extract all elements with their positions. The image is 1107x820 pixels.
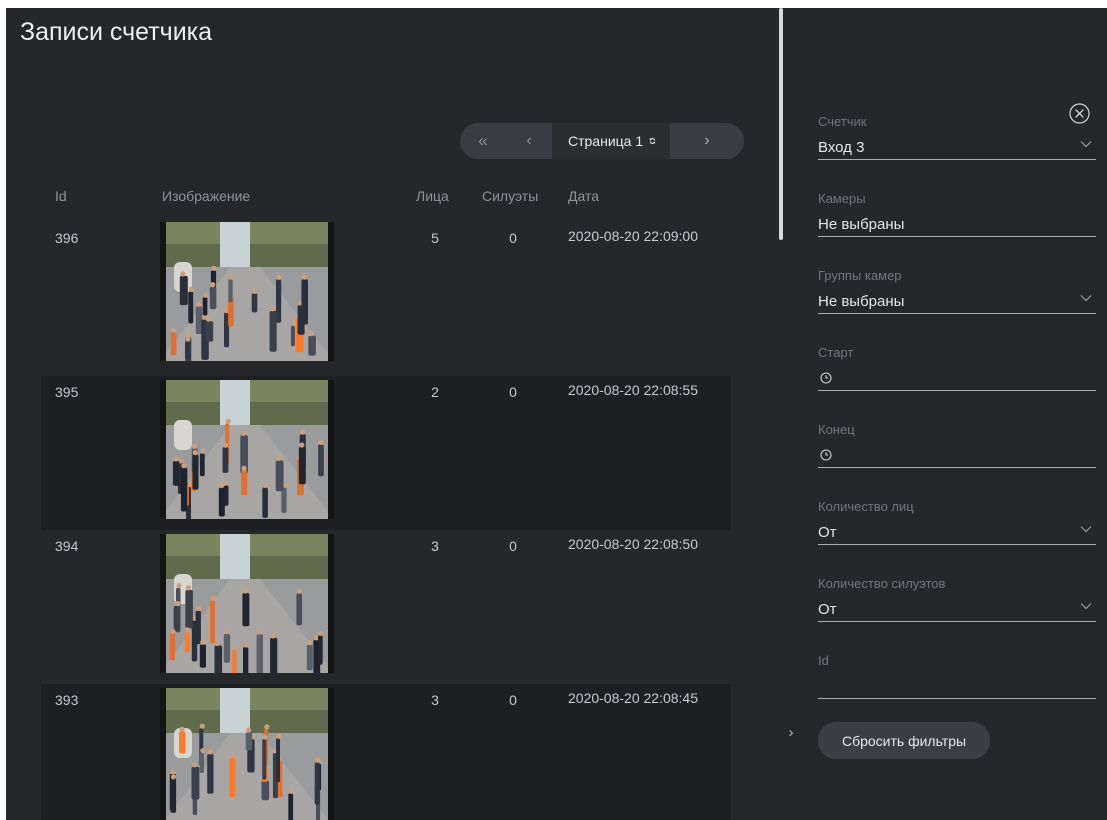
records-table: Id Изображение Лица Силуэты Дата 396 5 0… xyxy=(41,184,731,820)
row-faces-count: 3 xyxy=(431,538,439,554)
field-underline xyxy=(818,467,1096,468)
field-underline xyxy=(818,159,1096,160)
row-id: 393 xyxy=(55,692,79,708)
chevron-down-icon xyxy=(1080,526,1092,533)
page-title: Записи счетчика xyxy=(20,18,213,46)
field-underline xyxy=(818,544,1096,545)
silhouettes-count-select[interactable]: Количество силуэтов От xyxy=(818,576,1096,622)
start-datetime-input[interactable]: Старт xyxy=(818,345,1096,391)
record-thumbnail-image[interactable] xyxy=(160,534,334,673)
cameras-select[interactable]: Камеры Не выбраны xyxy=(818,191,1096,237)
camera-groups-select[interactable]: Группы камер Не выбраны xyxy=(818,268,1096,314)
app-window: Записи счетчика « ‹ Страница 1 › Id Изоб… xyxy=(6,8,1107,820)
end-datetime-input[interactable]: Конец xyxy=(818,422,1096,468)
faces-count-label: Количество лиц xyxy=(818,499,914,514)
field-underline xyxy=(818,313,1096,314)
camera-groups-label: Группы камер xyxy=(818,268,902,283)
start-label: Старт xyxy=(818,345,854,360)
record-thumbnail-image[interactable] xyxy=(160,222,334,361)
silhouettes-count-value: От xyxy=(818,601,837,618)
record-thumbnail-image[interactable] xyxy=(160,380,334,519)
row-date: 2020-08-20 22:08:55 xyxy=(568,382,698,398)
cameras-value: Не выбраны xyxy=(818,216,905,233)
row-id: 394 xyxy=(55,538,79,554)
row-silhouettes-count: 0 xyxy=(509,692,517,708)
id-input[interactable]: Id xyxy=(818,653,1096,699)
chevron-down-icon xyxy=(1080,603,1092,610)
row-faces-count: 3 xyxy=(431,692,439,708)
cameras-label: Камеры xyxy=(818,191,866,206)
counter-select[interactable]: Счетчик Вход 3 xyxy=(818,114,1096,160)
counter-value: Вход 3 xyxy=(818,139,865,156)
faces-count-value: От xyxy=(818,524,837,541)
row-date: 2020-08-20 22:08:45 xyxy=(568,690,698,706)
record-thumbnail-image[interactable] xyxy=(160,688,334,820)
field-underline xyxy=(818,698,1096,699)
column-header-id[interactable]: Id xyxy=(55,188,67,204)
first-page-button[interactable]: « xyxy=(460,131,506,151)
row-date: 2020-08-20 22:09:00 xyxy=(568,228,698,244)
camera-groups-value: Не выбраны xyxy=(818,293,905,310)
prev-page-button[interactable]: ‹ xyxy=(506,132,552,150)
column-header-faces[interactable]: Лица xyxy=(416,188,449,204)
chevron-down-icon xyxy=(1080,295,1092,302)
row-date: 2020-08-20 22:08:50 xyxy=(568,536,698,552)
reset-filters-button[interactable]: Сбросить фильтры xyxy=(818,722,990,759)
row-faces-count: 2 xyxy=(431,384,439,400)
table-header: Id Изображение Лица Силуэты Дата xyxy=(41,184,731,222)
id-label: Id xyxy=(818,653,829,668)
column-header-date[interactable]: Дата xyxy=(568,188,599,204)
row-faces-count: 5 xyxy=(431,230,439,246)
field-underline xyxy=(818,236,1096,237)
end-label: Конец xyxy=(818,422,855,437)
refresh-icon[interactable] xyxy=(649,133,656,149)
row-silhouettes-count: 0 xyxy=(509,384,517,400)
field-underline xyxy=(818,390,1096,391)
scrollbar-thumb[interactable] xyxy=(779,8,783,240)
current-page-indicator[interactable]: Страница 1 xyxy=(552,123,670,159)
chevron-down-icon xyxy=(1080,141,1092,148)
filters-panel: Счетчик Вход 3 Камеры Не выбраны Группы … xyxy=(784,8,1107,820)
table-row[interactable]: 394 3 0 2020-08-20 22:08:50 xyxy=(41,530,731,684)
row-id: 395 xyxy=(55,384,79,400)
next-page-button[interactable]: › xyxy=(670,132,744,150)
chevron-right-icon[interactable]: › xyxy=(785,724,797,741)
row-id: 396 xyxy=(55,230,79,246)
row-silhouettes-count: 0 xyxy=(509,230,517,246)
clock-icon xyxy=(820,372,832,384)
counter-label: Счетчик xyxy=(818,114,867,129)
table-row[interactable]: 396 5 0 2020-08-20 22:09:00 xyxy=(41,222,731,376)
row-silhouettes-count: 0 xyxy=(509,538,517,554)
silhouettes-count-label: Количество силуэтов xyxy=(818,576,946,591)
faces-count-select[interactable]: Количество лиц От xyxy=(818,499,1096,545)
clock-icon xyxy=(820,449,832,461)
table-row[interactable]: 395 2 0 2020-08-20 22:08:55 xyxy=(41,376,731,530)
column-header-silhouettes[interactable]: Силуэты xyxy=(482,188,538,204)
pagination: « ‹ Страница 1 › xyxy=(460,123,744,159)
current-page-label: Страница 1 xyxy=(568,133,644,149)
column-header-image: Изображение xyxy=(162,188,251,204)
table-row[interactable]: 393 3 0 2020-08-20 22:08:45 xyxy=(41,684,731,820)
field-underline xyxy=(818,621,1096,622)
